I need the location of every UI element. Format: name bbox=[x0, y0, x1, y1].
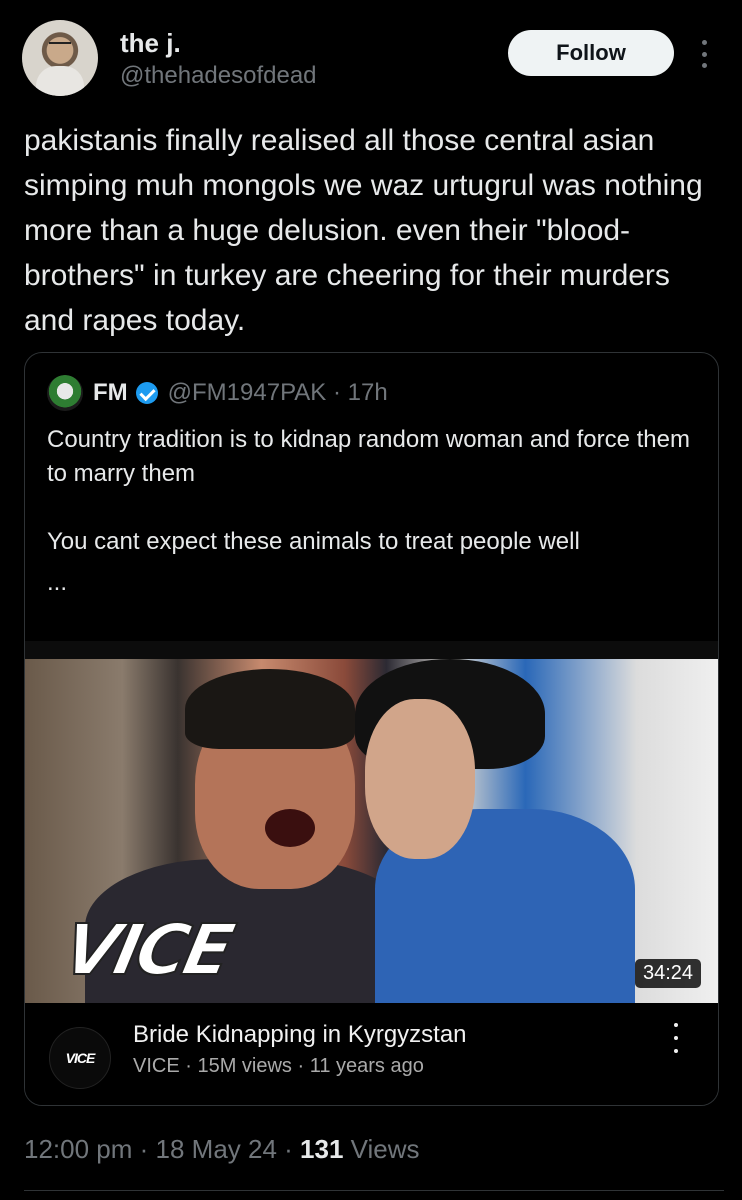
more-options-icon[interactable] bbox=[692, 38, 716, 70]
divider bbox=[24, 1190, 724, 1191]
tweet-text: pakistanis finally realised all those ce… bbox=[24, 124, 703, 337]
video-embed[interactable]: VICE 34:24 bbox=[25, 641, 718, 1003]
avatar-shirt bbox=[36, 66, 84, 96]
verified-badge-icon bbox=[135, 382, 158, 404]
quoted-author-avatar[interactable] bbox=[47, 375, 83, 411]
quoted-author-handle: @FM1947PAK · 17h bbox=[168, 379, 388, 407]
quoted-tweet-time[interactable]: 17h bbox=[348, 379, 388, 406]
footer-separator: · bbox=[276, 1134, 301, 1164]
quoted-handle-text[interactable]: @FM1947PAK bbox=[168, 379, 327, 406]
video-thumbnail[interactable]: VICE 34:24 bbox=[25, 659, 718, 1003]
quoted-tweet-text: Country tradition is to kidnap random wo… bbox=[47, 426, 690, 555]
views-label: Views bbox=[343, 1134, 420, 1164]
more-dot bbox=[674, 1049, 678, 1053]
tweet-header: the j. @thehadesofdead Follow bbox=[22, 20, 722, 100]
video-more-options-icon[interactable] bbox=[671, 1023, 681, 1053]
quoted-tweet[interactable]: FM @FM1947PAK · 17h Country tradition is… bbox=[24, 352, 719, 1106]
vice-logo: VICE bbox=[55, 908, 238, 992]
video-title[interactable]: Bride Kidnapping in Kyrgyzstan bbox=[133, 1021, 467, 1049]
quoted-author-name[interactable]: FM bbox=[93, 379, 128, 407]
video-meta: VICE · 15M views · 11 years ago bbox=[133, 1055, 424, 1077]
follow-button[interactable]: Follow bbox=[508, 30, 674, 76]
author-name[interactable]: the j. bbox=[120, 28, 181, 59]
more-dot bbox=[674, 1036, 678, 1040]
tweet-date[interactable]: 18 May 24 bbox=[156, 1134, 277, 1164]
author-avatar[interactable] bbox=[22, 20, 98, 96]
video-top-strip bbox=[25, 641, 718, 659]
channel-avatar-text: VICE bbox=[65, 1050, 96, 1066]
thumbnail-woman-face bbox=[365, 699, 475, 859]
more-dot bbox=[674, 1023, 678, 1027]
thumbnail-man-mouth bbox=[265, 809, 315, 847]
author-handle[interactable]: @thehadesofdead bbox=[120, 62, 317, 90]
footer-separator: · bbox=[132, 1134, 156, 1164]
views-count: 131 bbox=[300, 1134, 344, 1164]
video-info-row[interactable]: VICE Bride Kidnapping in Kyrgyzstan VICE… bbox=[25, 1003, 718, 1105]
tweet-time[interactable]: 12:00 pm bbox=[24, 1134, 132, 1164]
quoted-tweet-ellipsis: ... bbox=[47, 569, 68, 596]
avatar-glasses bbox=[49, 42, 71, 47]
quoted-tweet-header: FM @FM1947PAK · 17h bbox=[47, 375, 388, 411]
more-dot bbox=[701, 51, 707, 57]
separator-dot: · bbox=[332, 379, 341, 406]
more-dot bbox=[701, 40, 707, 45]
thumbnail-man-hair bbox=[185, 669, 355, 749]
more-dot bbox=[701, 63, 707, 68]
tweet-footer: 12:00 pm · 18 May 24 · 131 Views bbox=[24, 1134, 420, 1165]
channel-avatar-icon[interactable]: VICE bbox=[49, 1027, 111, 1089]
video-duration-badge: 34:24 bbox=[635, 959, 702, 988]
